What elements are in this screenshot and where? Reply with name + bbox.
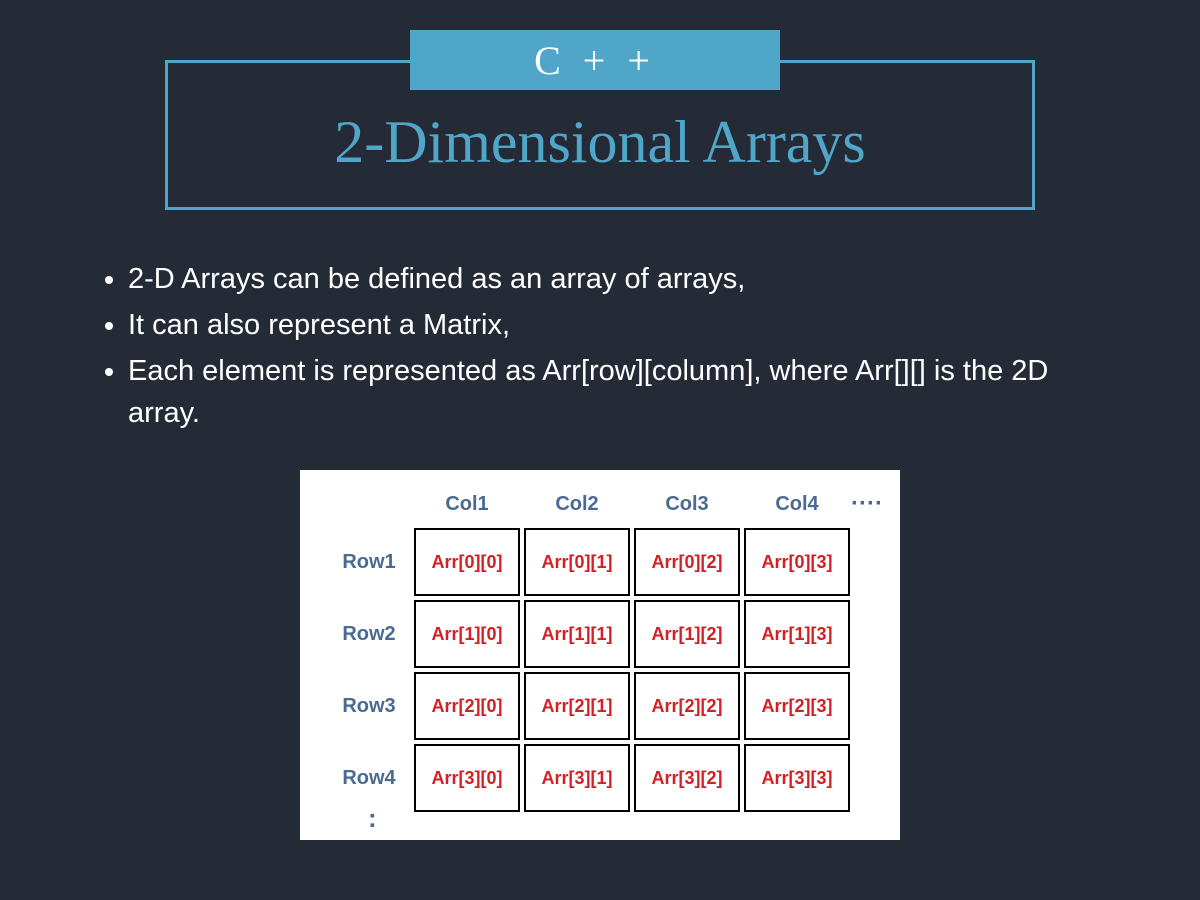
cell-value: Arr[2][2] [651,696,722,717]
row-label: Row3 [316,670,412,742]
col-header: Col2 [522,482,632,526]
matrix-cell: Arr[3][1] [524,744,630,812]
matrix-diagram: Col1 Col2 Col3 Col4 ···· Row1 Arr[0][0] … [300,470,900,840]
matrix-cell: Arr[2][3] [744,672,850,740]
language-badge: C + + [410,30,780,90]
matrix-cell: Arr[2][0] [414,672,520,740]
matrix-cell: Arr[0][1] [524,528,630,596]
cell-value: Arr[2][3] [761,696,832,717]
cell-value: Arr[0][1] [541,552,612,573]
matrix-cell: Arr[1][1] [524,600,630,668]
matrix-cell: Arr[0][0] [414,528,520,596]
matrix-cell: Arr[2][2] [634,672,740,740]
cell-value: Arr[1][3] [761,624,832,645]
cell-value: Arr[0][0] [431,552,502,573]
matrix-cell: Arr[0][3] [744,528,850,596]
bullet-item: It can also represent a Matrix, [128,304,1110,346]
cell-value: Arr[0][2] [651,552,722,573]
slide-title: 2-Dimensional Arrays [165,108,1035,177]
cell-value: Arr[2][1] [541,696,612,717]
cell-value: Arr[0][3] [761,552,832,573]
cell-value: Arr[1][1] [541,624,612,645]
matrix-cell: Arr[1][2] [634,600,740,668]
matrix-cell: Arr[3][0] [414,744,520,812]
cell-value: Arr[3][2] [651,768,722,789]
matrix-cell: Arr[3][2] [634,744,740,812]
col-continuation-dots: ···· [852,482,882,526]
row-label: Row2 [316,598,412,670]
bullet-item: Each element is represented as Arr[row][… [128,350,1110,434]
row-continuation-dots: : [368,803,377,834]
cell-value: Arr[3][3] [761,768,832,789]
matrix-cell: Arr[0][2] [634,528,740,596]
bullet-item: 2-D Arrays can be defined as an array of… [128,258,1110,300]
row-label: Row1 [316,526,412,598]
matrix-cell: Arr[3][3] [744,744,850,812]
matrix-cell: Arr[2][1] [524,672,630,740]
matrix-cell: Arr[1][3] [744,600,850,668]
col-header: Col1 [412,482,522,526]
matrix-cell: Arr[1][0] [414,600,520,668]
bullet-list: 2-D Arrays can be defined as an array of… [90,258,1110,438]
cell-value: Arr[2][0] [431,696,502,717]
col-header: Col4 [742,482,852,526]
col-header: Col3 [632,482,742,526]
cell-value: Arr[1][0] [431,624,502,645]
cell-value: Arr[3][1] [541,768,612,789]
cell-value: Arr[1][2] [651,624,722,645]
cell-value: Arr[3][0] [431,768,502,789]
row-label: Row4 [316,742,412,814]
